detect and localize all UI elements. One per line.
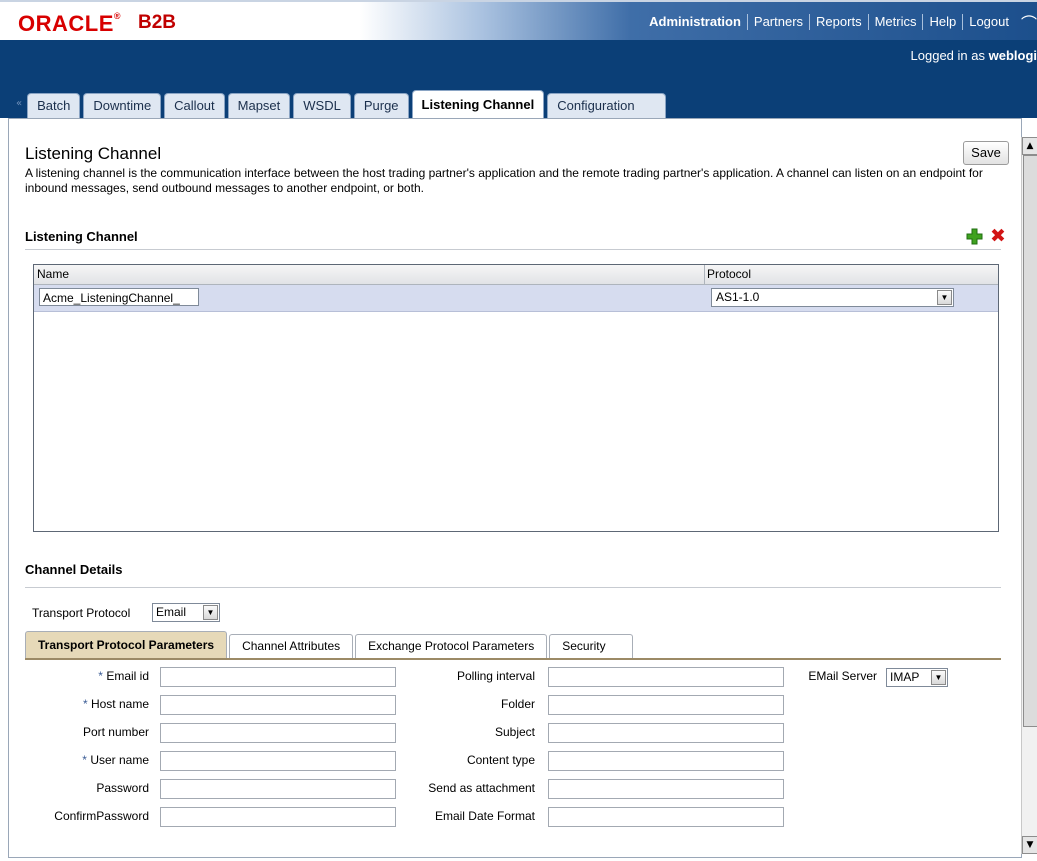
email-server-value: IMAP — [890, 670, 920, 684]
email-id-field[interactable] — [160, 667, 396, 687]
page-description: A listening channel is the communication… — [25, 166, 983, 195]
app-header: ORACLE® B2B Administration Partners Repo… — [0, 0, 1037, 42]
password-field[interactable] — [160, 779, 396, 799]
delete-x-icon[interactable]: ✖ — [989, 227, 1007, 246]
transport-protocol-select[interactable]: Email ▼ — [152, 603, 220, 622]
column-header-name[interactable]: Name — [37, 267, 69, 281]
required-marker: * — [98, 669, 103, 683]
channel-details-header: Channel Details — [25, 562, 123, 577]
subtab-divider — [25, 658, 1001, 660]
user-name-field[interactable] — [160, 751, 396, 771]
listening-channel-header: Listening Channel — [25, 229, 138, 244]
transport-protocol-value: Email — [156, 605, 187, 619]
polling-interval-label: Polling interval — [456, 669, 535, 683]
user-name-label: * User name — [17, 749, 149, 771]
protocol-select[interactable]: AS1-1.0 ▼ — [711, 288, 954, 307]
nav-metrics[interactable]: Metrics — [869, 14, 924, 30]
tab-batch[interactable]: Batch — [27, 93, 81, 118]
logo-mark: ® — [113, 11, 122, 21]
vertical-scrollbar[interactable]: ▲ ▼ — [1021, 137, 1037, 854]
nav-help[interactable]: Help — [923, 14, 964, 30]
scroll-up-icon[interactable]: ▲ — [1022, 137, 1037, 155]
email-server-label: EMail Server — [808, 669, 877, 683]
admin-tabs: « Batch Downtime Callout Mapset WSDL Pur… — [16, 90, 669, 118]
search-icon[interactable]: ⌒ — [1015, 10, 1037, 34]
tab-wsdl[interactable]: WSDL — [293, 93, 351, 118]
channel-detail-subtabs: Transport Protocol Parameters Channel At… — [25, 631, 635, 658]
scroll-down-icon[interactable]: ▼ — [1022, 836, 1037, 854]
password-label: Password — [96, 781, 149, 795]
scrollbar-thumb[interactable] — [1023, 155, 1037, 727]
send-as-attachment-field[interactable] — [548, 779, 784, 799]
subtab-channel-attributes[interactable]: Channel Attributes — [229, 634, 354, 658]
add-plus-icon[interactable] — [966, 228, 983, 245]
global-nav: Administration Partners Reports Metrics … — [643, 10, 1037, 34]
nav-logout[interactable]: Logout — [963, 14, 1015, 30]
subject-field[interactable] — [548, 723, 784, 743]
chevron-down-icon[interactable]: ▼ — [203, 605, 218, 620]
table-row[interactable]: Acme_ListeningChannel_ AS1-1.0 ▼ — [34, 285, 998, 312]
content-type-label: Content type — [466, 753, 535, 767]
login-prefix: Logged in as — [910, 48, 989, 63]
host-name-label-text: Host name — [90, 697, 149, 711]
confirm-password-label: ConfirmPassword — [54, 809, 149, 823]
content-type-field[interactable] — [548, 751, 784, 771]
transport-protocol-label: Transport Protocol — [32, 606, 131, 620]
email-date-format-field[interactable] — [548, 807, 784, 827]
protocol-select-value: AS1-1.0 — [716, 290, 760, 304]
tab-mapset[interactable]: Mapset — [227, 93, 291, 118]
confirm-password-field[interactable] — [160, 807, 396, 827]
tab-purge[interactable]: Purge — [353, 93, 409, 118]
required-marker: * — [82, 753, 87, 767]
chevron-down-icon[interactable]: ▼ — [937, 290, 952, 305]
folder-field[interactable] — [548, 695, 784, 715]
user-name-label-text: User name — [90, 753, 149, 767]
divider — [25, 249, 1001, 250]
product-name: B2B — [138, 12, 177, 33]
nav-reports[interactable]: Reports — [810, 14, 869, 30]
subject-label: Subject — [494, 725, 535, 739]
login-status: Logged in as weblogi — [911, 48, 1037, 63]
tab-callout[interactable]: Callout — [164, 93, 225, 118]
polling-interval-field[interactable] — [548, 667, 784, 687]
column-divider — [704, 265, 705, 284]
subtab-exchange-protocol-parameters[interactable]: Exchange Protocol Parameters — [355, 634, 548, 658]
email-date-format-label: Email Date Format — [434, 809, 535, 823]
email-id-label-text: Email id — [106, 669, 149, 683]
email-id-label: * Email id — [17, 665, 149, 687]
page-title: Listening Channel — [25, 144, 162, 163]
port-number-label: Port number — [82, 725, 149, 739]
login-user: weblogi — [988, 48, 1037, 63]
subtab-security[interactable]: Security — [549, 634, 633, 658]
host-name-label: * Host name — [17, 693, 149, 715]
chevron-down-icon[interactable]: ▼ — [931, 670, 946, 685]
channel-name-input[interactable]: Acme_ListeningChannel_ — [39, 288, 199, 306]
save-button[interactable]: Save — [963, 141, 1009, 165]
table-header: Name Protocol — [34, 265, 998, 285]
logo-text: ORACLE — [18, 11, 114, 36]
tab-downtime[interactable]: Downtime — [83, 93, 162, 118]
nav-administration[interactable]: Administration — [643, 14, 748, 30]
divider — [25, 587, 1001, 588]
email-server-select[interactable]: IMAP ▼ — [886, 668, 948, 687]
tab-configuration[interactable]: Configuration — [547, 93, 666, 118]
port-number-field[interactable] — [160, 723, 396, 743]
column-header-protocol[interactable]: Protocol — [707, 267, 751, 281]
oracle-logo: ORACLE® — [18, 11, 121, 37]
required-marker: * — [82, 697, 88, 711]
subtab-transport-protocol-parameters[interactable]: Transport Protocol Parameters — [25, 631, 228, 658]
content-panel: Listening Channel Save A listening chann… — [8, 118, 1022, 858]
send-as-attachment-label: Send as attachment — [428, 781, 535, 795]
tab-listening-channel[interactable]: Listening Channel — [411, 90, 545, 118]
collapse-tabs-icon[interactable]: « — [16, 98, 22, 109]
nav-partners[interactable]: Partners — [748, 14, 811, 30]
host-name-field[interactable] — [160, 695, 396, 715]
listening-channel-table: Name Protocol Acme_ListeningChannel_ AS1… — [33, 264, 999, 532]
folder-label: Folder — [500, 697, 535, 711]
